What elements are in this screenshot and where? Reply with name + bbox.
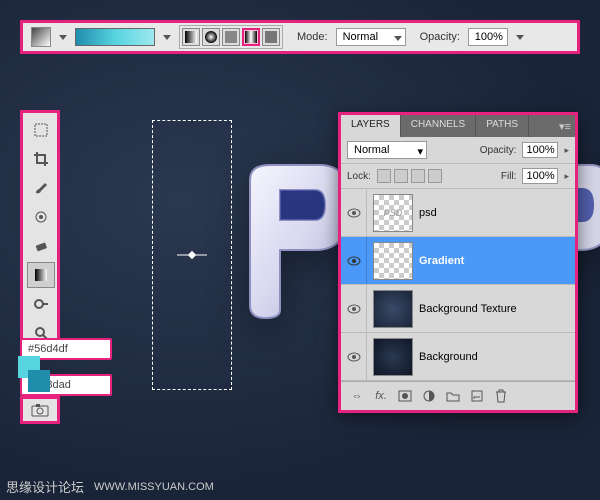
- layer-opacity-input[interactable]: 100%: [522, 142, 558, 158]
- chevron-down-icon: ▾: [417, 145, 423, 158]
- layer-opacity-value: 100%: [526, 144, 554, 156]
- gradient-options-bar: Mode: Normal Opacity: 100%: [20, 20, 580, 54]
- opacity-input[interactable]: 100%: [468, 28, 508, 46]
- tab-layers[interactable]: LAYERS: [341, 115, 401, 137]
- layer-thumbnail: [373, 242, 413, 280]
- lock-label: Lock:: [347, 171, 371, 182]
- tool-marquee[interactable]: [27, 117, 55, 143]
- layer-row[interactable]: Gradient: [341, 237, 575, 285]
- layer-row[interactable]: Background Texture: [341, 285, 575, 333]
- layer-row[interactable]: Background: [341, 333, 575, 381]
- chevron-right-icon[interactable]: ▸: [564, 171, 569, 182]
- fill-input[interactable]: 100%: [522, 168, 558, 184]
- gradient-type-group: [179, 25, 283, 49]
- layer-thumbnail: [373, 290, 413, 328]
- gradient-dropdown-icon[interactable]: [163, 33, 171, 41]
- visibility-toggle[interactable]: [341, 237, 367, 284]
- panel-blend-row: Normal ▾ Opacity: 100% ▸: [341, 137, 575, 164]
- chevron-right-icon[interactable]: ▸: [564, 145, 569, 156]
- panel-footer: ⇔ fx.: [341, 381, 575, 410]
- layer-name: Gradient: [419, 255, 464, 267]
- opacity-value: 100%: [475, 31, 503, 43]
- panel-lock-row: Lock: Fill: 100% ▸: [341, 164, 575, 189]
- eye-icon: [347, 256, 361, 266]
- layer-thumbnail: [373, 338, 413, 376]
- tool-gradient[interactable]: [27, 262, 55, 288]
- swatch-dropdown-icon[interactable]: [59, 33, 67, 41]
- tool-spot-heal[interactable]: [27, 204, 55, 230]
- layer-name: Background Texture: [419, 303, 517, 315]
- layer-opacity-label: Opacity:: [480, 145, 517, 156]
- fill-value: 100%: [526, 170, 554, 182]
- panel-menu-icon[interactable]: ▾≡: [555, 115, 575, 137]
- watermark-url: WWW.MISSYUAN.COM: [94, 481, 214, 493]
- foreground-swatch[interactable]: [31, 27, 51, 47]
- adjustment-icon[interactable]: [421, 388, 437, 404]
- gradient-swatch-stack: [18, 356, 50, 392]
- layer-name: psd: [419, 207, 437, 219]
- gradient-type-diamond[interactable]: [262, 28, 280, 46]
- lock-transparency-icon[interactable]: [377, 169, 391, 183]
- gradient-type-angle[interactable]: [222, 28, 240, 46]
- group-icon[interactable]: [445, 388, 461, 404]
- color-callout: #56d4df #208dad: [20, 338, 112, 400]
- tool-dodge[interactable]: [27, 291, 55, 317]
- watermark: 思缘设计论坛 WWW.MISSYUAN.COM: [6, 477, 214, 496]
- gradient-type-linear[interactable]: [182, 28, 200, 46]
- eye-icon: [347, 304, 361, 314]
- swatch-dark: [28, 370, 50, 392]
- eye-icon: [347, 208, 361, 218]
- opacity-label: Opacity:: [420, 31, 460, 43]
- lock-pixels-icon[interactable]: [394, 169, 408, 183]
- lock-icons: [377, 169, 442, 183]
- tool-brush[interactable]: [27, 175, 55, 201]
- marquee-selection: [152, 120, 232, 390]
- link-layers-icon[interactable]: ⇔: [349, 388, 365, 404]
- tools-palette: [20, 110, 60, 353]
- fx-icon[interactable]: fx.: [373, 388, 389, 404]
- lock-all-icon[interactable]: [428, 169, 442, 183]
- opacity-dropdown-icon[interactable]: [516, 33, 524, 41]
- layers-panel: LAYERS CHANNELS PATHS ▾≡ Normal ▾ Opacity…: [338, 112, 578, 413]
- layer-name: Background: [419, 351, 478, 363]
- layers-list: PSD psd Gradient Background Texture Back…: [341, 189, 575, 381]
- mask-icon[interactable]: [397, 388, 413, 404]
- blend-mode-select[interactable]: Normal: [336, 28, 406, 46]
- tool-eraser[interactable]: [27, 233, 55, 259]
- fill-label: Fill:: [501, 171, 517, 182]
- panel-tabs: LAYERS CHANNELS PATHS ▾≡: [341, 115, 575, 137]
- tab-channels[interactable]: CHANNELS: [401, 115, 476, 137]
- layer-blend-value: Normal: [354, 144, 389, 156]
- tool-crop[interactable]: [27, 146, 55, 172]
- blend-mode-value: Normal: [343, 31, 378, 43]
- visibility-toggle[interactable]: [341, 189, 367, 236]
- snapshot-tool[interactable]: [20, 396, 60, 424]
- eye-icon: [347, 352, 361, 362]
- chevron-down-icon: [394, 34, 402, 42]
- visibility-toggle[interactable]: [341, 333, 367, 380]
- layer-blend-select[interactable]: Normal ▾: [347, 141, 427, 159]
- gradient-preview[interactable]: [75, 28, 155, 46]
- trash-icon[interactable]: [493, 388, 509, 404]
- gradient-type-radial[interactable]: [202, 28, 220, 46]
- layer-row[interactable]: PSD psd: [341, 189, 575, 237]
- tab-paths[interactable]: PATHS: [476, 115, 529, 137]
- mode-label: Mode:: [297, 31, 328, 43]
- visibility-toggle[interactable]: [341, 285, 367, 332]
- new-layer-icon[interactable]: [469, 388, 485, 404]
- watermark-cn: 思缘设计论坛: [6, 477, 84, 496]
- lock-position-icon[interactable]: [411, 169, 425, 183]
- layer-thumbnail: PSD: [373, 194, 413, 232]
- gradient-type-reflected[interactable]: [242, 28, 260, 46]
